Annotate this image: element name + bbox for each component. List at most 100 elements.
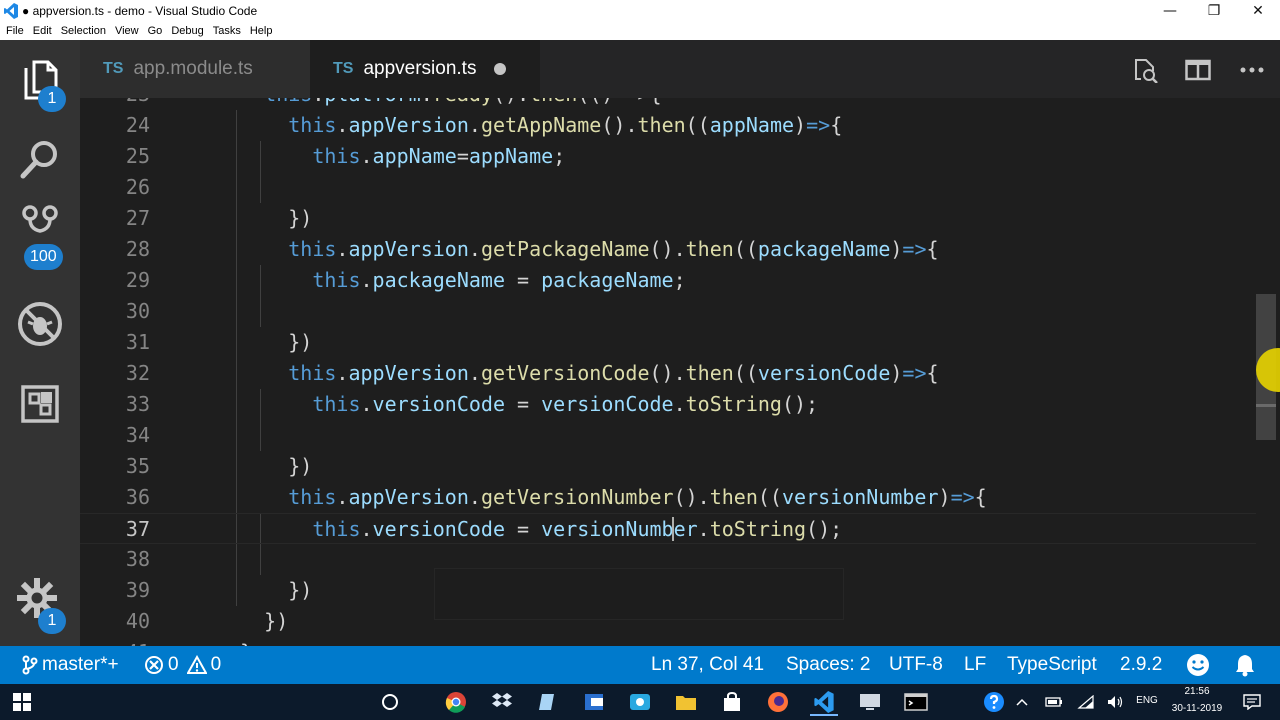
line-number: 26 <box>125 175 150 199</box>
menu-selection[interactable]: Selection <box>57 25 110 37</box>
volume-tray-button[interactable] <box>1102 688 1130 716</box>
input-language[interactable]: ENG <box>1134 695 1160 706</box>
code-token: ) <box>794 113 807 137</box>
code-editor[interactable]: 23 this.platform.ready().then(() =>{24 t… <box>80 98 1280 646</box>
code-line[interactable]: 31 }) <box>80 327 1256 358</box>
code-token: => <box>806 113 831 137</box>
settings-button[interactable]: 1 <box>0 570 80 642</box>
start-button[interactable] <box>6 688 38 716</box>
code-line[interactable]: 39 }) <box>80 575 1256 606</box>
wifi-tray-button[interactable] <box>1072 688 1100 716</box>
feedback-button[interactable] <box>1186 646 1210 684</box>
code-line[interactable]: 24 this.appVersion.getAppName().then((ap… <box>80 110 1256 141</box>
explorer-button[interactable]: 1 <box>0 44 80 116</box>
code-token: . <box>468 237 481 261</box>
app-taskbar-button[interactable] <box>532 688 564 716</box>
typescript-version[interactable]: 2.9.2 <box>1120 646 1162 684</box>
editor-tab-bar: TS app.module.ts TS appversion.ts <box>80 40 1280 98</box>
code-line[interactable]: 27 }) <box>80 203 1256 234</box>
language-mode[interactable]: TypeScript <box>1007 646 1097 684</box>
code-line[interactable]: 29 this.packageName = packageName; <box>80 265 1256 296</box>
menu-view[interactable]: View <box>111 25 143 37</box>
chrome-taskbar-button[interactable] <box>440 688 472 716</box>
store-taskbar-button[interactable] <box>716 688 748 716</box>
tab-appversion[interactable]: TS appversion.ts <box>310 40 540 98</box>
line-endings[interactable]: LF <box>964 646 986 684</box>
encoding[interactable]: UTF-8 <box>889 646 943 684</box>
code-line[interactable]: 37 this.versionCode = versionNumber.toSt… <box>80 513 1256 544</box>
code-line[interactable]: 40 }) <box>80 606 1256 637</box>
code-line[interactable]: 36 this.appVersion.getVersionNumber().th… <box>80 482 1256 513</box>
menu-file[interactable]: File <box>2 25 28 37</box>
dropbox-taskbar-button[interactable] <box>486 688 518 716</box>
capture-taskbar-button[interactable] <box>624 688 656 716</box>
extensions-button[interactable] <box>0 368 80 440</box>
notifications-button[interactable] <box>1234 646 1256 684</box>
line-number: 30 <box>125 299 150 323</box>
file-explorer-taskbar-button[interactable] <box>670 688 702 716</box>
firefox-taskbar-button[interactable] <box>762 688 794 716</box>
settings-badge: 1 <box>38 608 66 634</box>
explorer-badge: 1 <box>38 86 66 112</box>
help-tray-button[interactable] <box>978 688 1010 716</box>
code-token: }) <box>216 609 289 633</box>
code-token: . <box>360 392 373 416</box>
unsaved-dot-icon[interactable] <box>494 63 507 75</box>
tab-app-module[interactable]: TS app.module.ts <box>80 40 310 98</box>
code-line[interactable]: 30 <box>80 296 1256 327</box>
cursor-position[interactable]: Ln 37, Col 41 <box>651 646 764 684</box>
problems-item[interactable]: 0 0 <box>144 646 221 684</box>
menu-help[interactable]: Help <box>246 25 277 37</box>
remote-taskbar-button[interactable] <box>854 688 886 716</box>
code-token: getAppName <box>480 113 602 137</box>
clock-date[interactable]: 30-11-2019 <box>1164 703 1230 714</box>
menu-tasks[interactable]: Tasks <box>209 25 245 37</box>
vscode-logo-icon <box>4 3 18 19</box>
code-token: ) <box>890 237 903 261</box>
line-number: 35 <box>125 454 150 478</box>
code-line[interactable]: 26 <box>80 172 1256 203</box>
code-line[interactable]: 38 <box>80 544 1256 575</box>
menu-edit[interactable]: Edit <box>29 25 56 37</box>
code-line[interactable]: 33 this.versionCode = versionCode.toStri… <box>80 389 1256 420</box>
outlook-taskbar-button[interactable] <box>578 688 610 716</box>
tab-label: app.module.ts <box>133 58 253 79</box>
code-line[interactable]: 34 <box>80 420 1256 451</box>
minimize-button[interactable]: — <box>1148 0 1192 22</box>
code-line[interactable]: 23 this.platform.ready().then(() =>{ <box>80 98 1256 110</box>
code-line[interactable]: 41 } <box>80 637 1256 646</box>
cortana-button[interactable] <box>374 688 406 716</box>
code-token: then <box>529 98 577 106</box>
close-button[interactable]: ✕ <box>1236 0 1280 22</box>
code-line[interactable]: 25 this.appName=appName; <box>80 141 1256 172</box>
code-token: this <box>312 392 361 416</box>
open-changes-button[interactable] <box>1132 56 1160 84</box>
split-editor-button[interactable] <box>1184 56 1212 84</box>
show-hidden-icons-button[interactable] <box>1010 688 1034 716</box>
debug-button[interactable] <box>0 288 80 360</box>
code-token: (). <box>649 361 686 385</box>
clock-time[interactable]: 21:56 <box>1164 686 1230 697</box>
indentation[interactable]: Spaces: 2 <box>786 646 871 684</box>
action-center-button[interactable] <box>1236 688 1268 716</box>
code-token: appVersion <box>348 485 469 509</box>
code-line[interactable]: 28 this.appVersion.getPackageName().then… <box>80 234 1256 265</box>
terminal-taskbar-button[interactable] <box>900 688 932 716</box>
restore-button[interactable]: ❐ <box>1192 0 1236 22</box>
battery-tray-button[interactable] <box>1040 688 1068 716</box>
code-line[interactable]: 32 this.appVersion.getVersionCode().then… <box>80 358 1256 389</box>
menu-go[interactable]: Go <box>144 25 167 37</box>
code-text: this.packageName = packageName; <box>216 265 685 296</box>
source-control-button[interactable]: 100 <box>0 200 80 272</box>
more-actions-button[interactable] <box>1238 56 1266 84</box>
code-line[interactable]: 35 }) <box>80 451 1256 482</box>
vscode-taskbar-button[interactable] <box>808 688 840 716</box>
search-button[interactable] <box>0 124 80 196</box>
branch-item[interactable]: master*+ <box>22 646 119 684</box>
menu-debug[interactable]: Debug <box>167 25 207 37</box>
folder-icon <box>676 696 696 710</box>
code-token: (). <box>673 485 710 509</box>
code-token: . <box>468 113 481 137</box>
